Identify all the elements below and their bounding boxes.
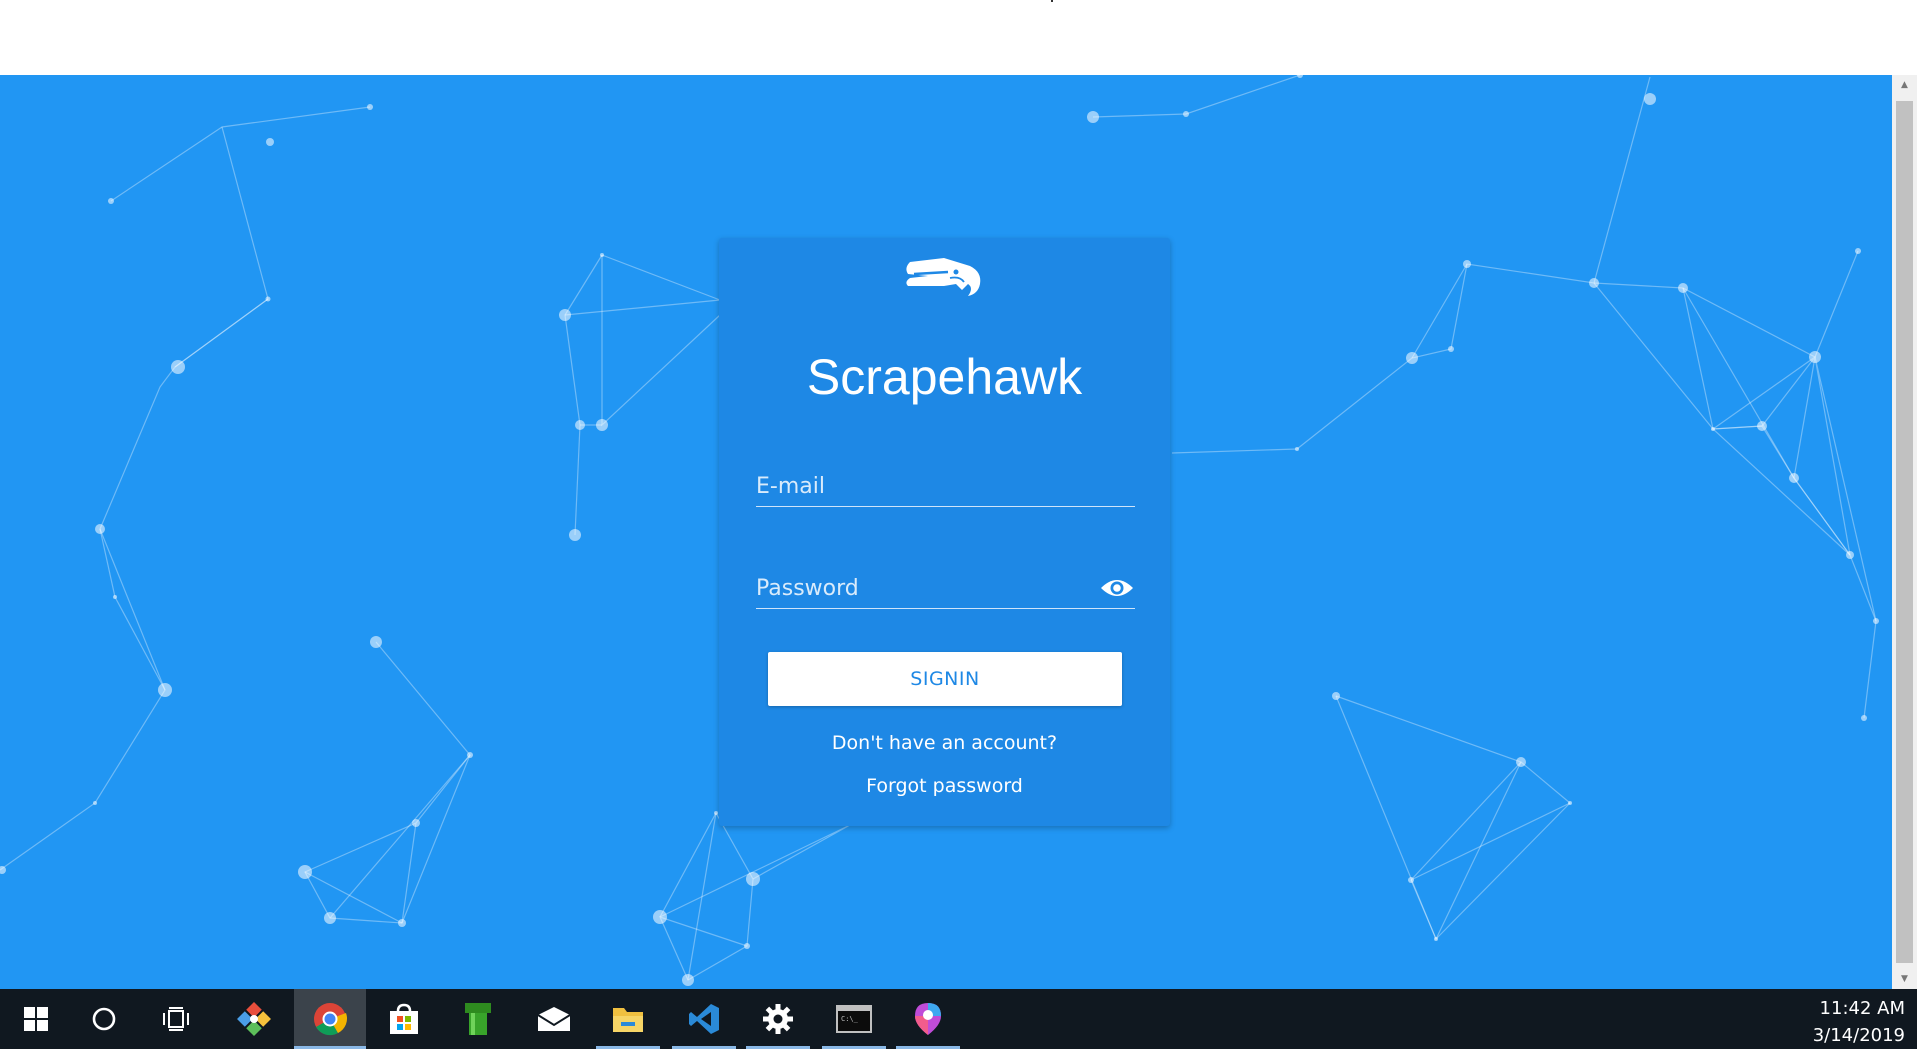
login-card: Scrapehawk SIGNIN Don't have an account?… xyxy=(719,238,1170,826)
task-view-icon[interactable] xyxy=(140,989,212,1049)
settings-icon[interactable] xyxy=(742,989,814,1049)
app-title: Scrapehawk xyxy=(806,349,1083,405)
signup-link[interactable]: Don't have an account? xyxy=(719,732,1170,754)
file-explorer-icon[interactable] xyxy=(592,989,664,1049)
windows-start-icon[interactable] xyxy=(0,989,72,1049)
browser-page-top-area xyxy=(0,0,1917,75)
scroll-down-arrow-icon[interactable]: ▼ xyxy=(1892,969,1917,989)
chrome-icon[interactable] xyxy=(294,989,366,1049)
email-input[interactable] xyxy=(756,466,1096,506)
clock-date: 3/14/2019 xyxy=(1812,1025,1905,1046)
green-pipe-icon[interactable] xyxy=(442,989,514,1049)
forgot-password-link[interactable]: Forgot password xyxy=(719,775,1170,797)
password-field[interactable] xyxy=(756,568,1135,609)
svg-text:C:\_: C:\_ xyxy=(841,1015,859,1023)
git-icon[interactable] xyxy=(218,989,290,1049)
password-input[interactable] xyxy=(756,568,1096,608)
mail-icon[interactable] xyxy=(518,989,590,1049)
maps-pin-icon[interactable] xyxy=(892,989,964,1049)
scroll-up-arrow-icon[interactable]: ▲ xyxy=(1892,75,1917,95)
clock-time: 11:42 AM xyxy=(1819,998,1905,1019)
eye-icon[interactable] xyxy=(1099,576,1135,600)
windows-taskbar: C:\_ 11:42 AM 3/14/2019 xyxy=(0,989,1917,1049)
scrollbar-thumb[interactable] xyxy=(1896,101,1913,963)
seahawk-logo-icon xyxy=(904,254,984,302)
taskbar-clock[interactable]: 11:42 AM 3/14/2019 xyxy=(1813,995,1905,1049)
terminal-icon[interactable]: C:\_ xyxy=(818,989,890,1049)
vscode-icon[interactable] xyxy=(668,989,740,1049)
page-speck xyxy=(1051,0,1053,2)
store-icon[interactable] xyxy=(368,989,440,1049)
cortana-search-icon[interactable] xyxy=(68,989,140,1049)
email-field[interactable] xyxy=(756,466,1135,507)
vertical-scrollbar[interactable]: ▲ ▼ xyxy=(1892,75,1917,989)
signin-button[interactable]: SIGNIN xyxy=(768,652,1122,706)
